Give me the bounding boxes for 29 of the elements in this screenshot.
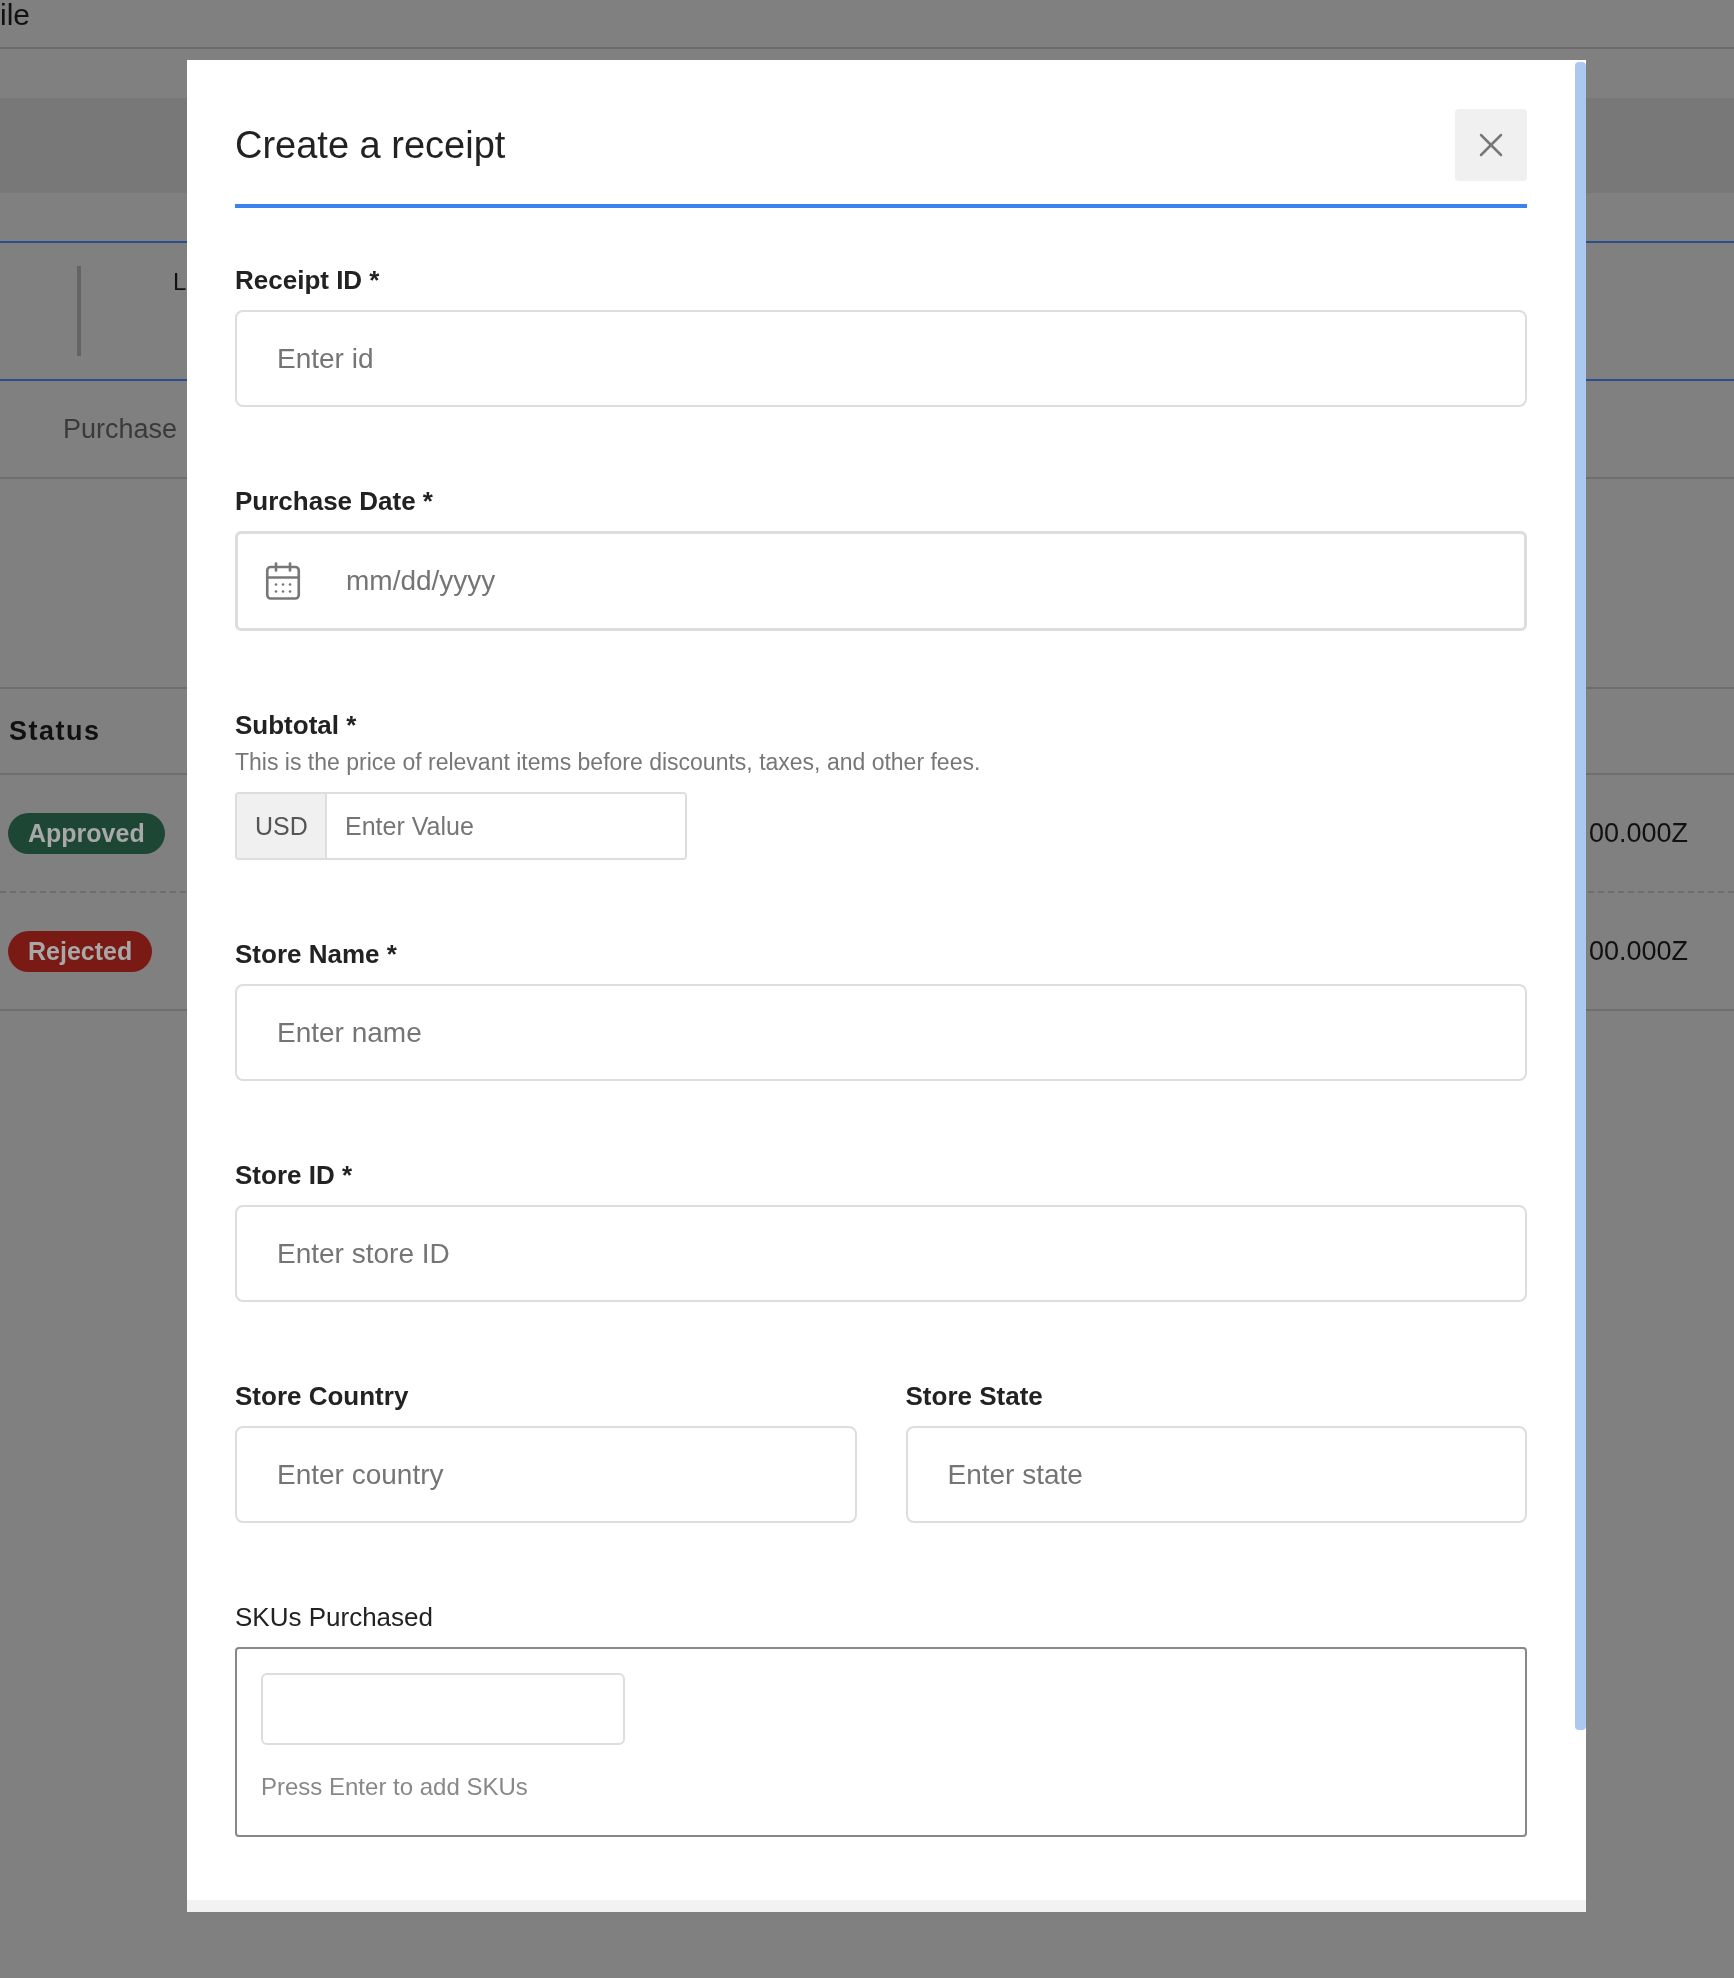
text-field[interactable]: Enter country: [235, 1426, 857, 1523]
close-button[interactable]: [1455, 109, 1527, 181]
table-cell: 00.000Z: [1588, 935, 1688, 967]
text-field[interactable]: Enter name: [235, 984, 1527, 1081]
field-label: Receipt ID *: [235, 265, 381, 296]
dialog-title: Create a receipt: [235, 123, 506, 167]
field-label: Store Name *: [235, 939, 398, 970]
status-badge: Rejected: [8, 930, 153, 972]
field-label: Subtotal *: [235, 710, 358, 741]
field-label: Purchase Date *: [235, 486, 434, 517]
date-field[interactable]: mm/dd/yyyy: [235, 531, 1527, 631]
help-text: This is the price of relevant items before discounts, taxes, and other fees.: [235, 749, 982, 776]
amount-field[interactable]: USD Enter Value: [235, 792, 687, 860]
page-title: ile: [0, 0, 30, 30]
column-header: Status: [9, 715, 101, 747]
text-field[interactable]: Enter state: [905, 1426, 1527, 1523]
currency-label: USD: [237, 794, 327, 858]
card-text: L: [173, 267, 187, 297]
tag-input[interactable]: [261, 1673, 625, 1745]
field-label: Store Country: [235, 1381, 410, 1412]
field-label: SKUs Purchased: [235, 1602, 434, 1633]
field-label: Store ID *: [235, 1160, 354, 1191]
text-field[interactable]: Enter store ID: [235, 1205, 1527, 1302]
hint-text: Press Enter to add SKUs: [261, 1773, 528, 1801]
scrollbar[interactable]: [1575, 62, 1586, 1730]
field-label: Store State: [905, 1381, 1044, 1412]
text-field[interactable]: Enter id: [235, 310, 1527, 407]
status-badge: Approved: [8, 812, 165, 854]
table-cell: 00.000Z: [1588, 817, 1688, 849]
